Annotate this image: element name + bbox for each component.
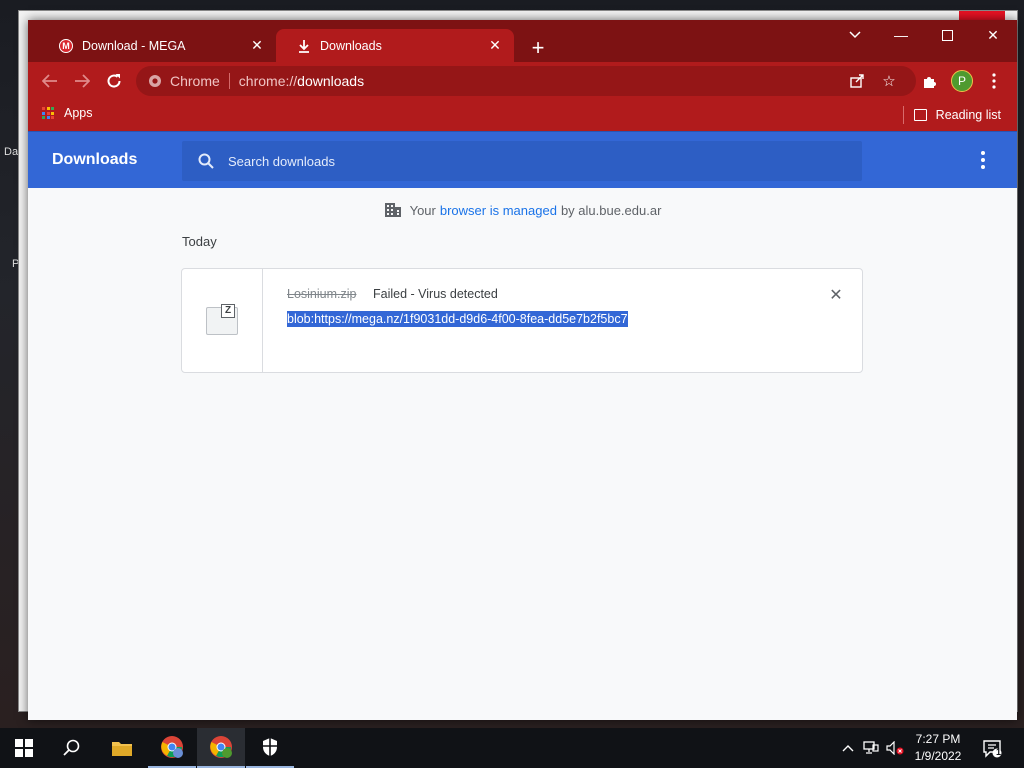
toolbar: Chrome chrome:// downloads ☆ P (28, 62, 1017, 100)
downloads-header: Downloads (28, 131, 1017, 188)
tab-strip: M Download - MEGA ✕ Downloads ✕ + — ✕ (28, 20, 1017, 62)
downloads-list: Your browser is managed by alu.bue.edu.a… (28, 188, 1017, 720)
taskbar-search-button[interactable] (48, 728, 96, 768)
clock-date: 1/9/2022 (914, 749, 962, 763)
puzzle-icon (924, 77, 936, 88)
network-icon[interactable] (860, 728, 882, 768)
chevron-up-icon (842, 745, 854, 752)
new-tab-button[interactable]: + (524, 34, 552, 62)
apps-grid-icon (42, 107, 54, 119)
chrome-profile-button[interactable] (148, 728, 196, 768)
omnibox[interactable]: Chrome chrome:// downloads ☆ (136, 66, 916, 96)
clock[interactable]: 7:27 PM 1/9/2022 (908, 731, 968, 765)
omnibox-separator (228, 73, 230, 89)
search-field[interactable] (182, 141, 862, 181)
more-actions-button[interactable] (973, 150, 993, 170)
reload-button[interactable] (100, 67, 128, 95)
windows-icon (15, 739, 33, 757)
file-source-url[interactable]: blob:https://mega.nz/1f9031dd-d9d6-4f00-… (287, 311, 628, 327)
menu-button[interactable] (980, 67, 1008, 95)
url-scheme: chrome:// (238, 73, 298, 89)
tab-mega[interactable]: M Download - MEGA ✕ (38, 29, 276, 62)
url-host: downloads (297, 73, 365, 89)
tab-downloads[interactable]: Downloads ✕ (276, 29, 514, 62)
bookmark-star-icon[interactable]: ☆ (874, 66, 904, 96)
tab-title: Downloads (320, 38, 382, 53)
kebab-menu-icon (992, 73, 996, 89)
managed-prefix: Your (409, 202, 436, 218)
chrome-window: M Download - MEGA ✕ Downloads ✕ + — ✕ Ch… (28, 20, 1017, 720)
download-icon (296, 38, 312, 54)
bookmarks-bar: Apps Reading list (28, 100, 1017, 131)
desktop-icon-label[interactable]: Da (4, 146, 18, 158)
download-item: Z Losinium.zip Failed - Virus detected b… (181, 268, 863, 373)
managed-suffix: by alu.bue.edu.ar (560, 202, 662, 218)
notification-count: 1 (996, 747, 1002, 757)
bookmarks-divider (902, 106, 904, 124)
chevron-down-icon (849, 31, 861, 39)
reading-list-icon (913, 109, 927, 121)
search-icon (194, 149, 218, 173)
managed-notice: Your browser is managed by alu.bue.edu.a… (28, 202, 1017, 218)
apps-label: Apps (64, 106, 93, 120)
chrome-active-button[interactable] (197, 728, 245, 768)
forward-button[interactable] (68, 67, 96, 95)
close-icon[interactable]: ✕ (248, 37, 266, 55)
download-status: Failed - Virus detected (373, 287, 498, 301)
close-icon[interactable]: ✕ (486, 37, 504, 55)
file-name: Losinium.zip (287, 287, 357, 301)
reading-list-button[interactable]: Reading list (902, 106, 1001, 124)
chrome-icon (210, 736, 232, 758)
tab-search-button[interactable] (832, 20, 878, 50)
remove-download-button[interactable]: ✕ (826, 285, 846, 305)
tab-title: Download - MEGA (82, 38, 186, 53)
search-input[interactable] (228, 153, 828, 169)
page-title: Downloads (52, 151, 138, 168)
show-hidden-icons-button[interactable] (838, 728, 858, 768)
chrome-icon (148, 74, 162, 88)
reload-icon (107, 74, 121, 88)
taskbar: 7:27 PM 1/9/2022 1 (0, 728, 1024, 768)
reading-list-label: Reading list (935, 108, 1001, 122)
folder-icon (112, 742, 132, 756)
back-button[interactable] (36, 67, 64, 95)
start-button[interactable] (0, 728, 48, 768)
file-explorer-button[interactable] (98, 728, 146, 768)
arrow-right-icon (75, 74, 90, 88)
managed-link[interactable]: browser is managed (440, 203, 557, 218)
extensions-button[interactable] (916, 67, 944, 95)
apps-shortcut[interactable]: Apps (42, 106, 93, 120)
omnibox-chip: Chrome (170, 73, 220, 89)
share-icon[interactable] (842, 66, 872, 96)
search-icon (63, 739, 80, 756)
volume-muted-icon[interactable] (884, 728, 906, 768)
file-icon-column: Z (182, 269, 263, 372)
chrome-icon (161, 736, 183, 758)
profile-avatar[interactable]: P (951, 70, 973, 92)
clock-time: 7:27 PM (915, 732, 961, 746)
shield-icon (263, 738, 277, 756)
maximize-button[interactable] (924, 20, 970, 50)
minimize-button[interactable]: — (878, 20, 924, 50)
close-window-button[interactable]: ✕ (970, 20, 1016, 50)
action-center-button[interactable]: 1 (978, 736, 1006, 760)
arrow-left-icon (42, 74, 57, 88)
zip-file-icon: Z (206, 303, 238, 335)
security-app-button[interactable] (246, 728, 294, 768)
mega-icon: M (58, 38, 74, 54)
section-heading-today: Today (182, 234, 217, 249)
building-icon (384, 203, 401, 217)
